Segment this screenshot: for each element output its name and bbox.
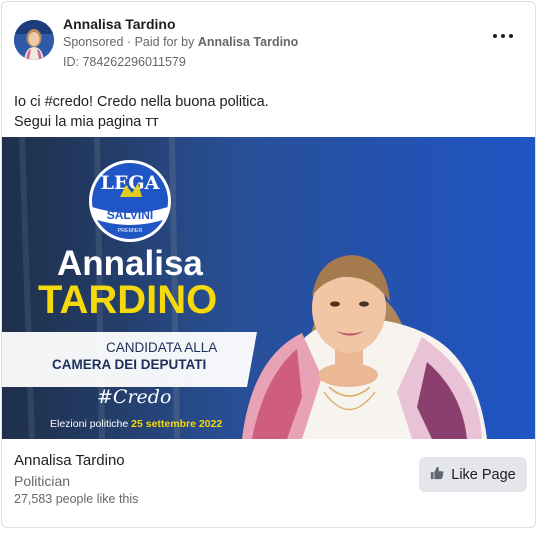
meta-dot: ·	[126, 35, 135, 49]
like-page-button[interactable]: Like Page	[419, 457, 527, 492]
thumbs-up-icon	[430, 466, 444, 484]
post-text-line1: Io ci #credo! Credo nella buona politica…	[14, 94, 269, 110]
svg-text:Elezioni politiche 25 settembr: Elezioni politiche 25 settembre 2022	[50, 418, 222, 430]
sponsored-label: Sponsored	[63, 35, 124, 49]
logo-bottom-text: PREMIER	[117, 228, 142, 234]
candidata-line2: CAMERA DEI DEPUTATI	[52, 357, 206, 372]
post-text: Io ci #credo! Credo nella buona politica…	[14, 92, 269, 132]
candidate-last-name: TARDINO	[38, 278, 217, 322]
page-likes-count: 27,583 people like this	[14, 492, 139, 506]
paid-for-prefix: Paid for by	[134, 35, 195, 49]
ad-image[interactable]: LEGA SALVINI PREMIER Annalisa TARDINO CA…	[2, 137, 535, 439]
ellipsis-icon	[493, 34, 497, 38]
logo-band-text: SALVINI	[107, 208, 153, 222]
post-text-line2: Segui la mia pagina ᴛᴛ	[14, 114, 159, 130]
election-prefix: Elezioni politiche	[50, 418, 131, 430]
credo-hashtag: #Credo	[97, 386, 171, 408]
page-name[interactable]: Annalisa Tardino	[14, 452, 125, 469]
lega-logo: LEGA SALVINI PREMIER	[89, 160, 171, 242]
ad-id: ID: 784262296011579	[63, 55, 186, 69]
like-page-label: Like Page	[451, 466, 516, 483]
election-date: 25 settembre 2022	[131, 418, 222, 430]
author-name[interactable]: Annalisa Tardino	[63, 16, 176, 32]
paid-for-name[interactable]: Annalisa Tardino	[198, 35, 298, 49]
more-options-button[interactable]	[493, 28, 513, 44]
ad-card: Annalisa Tardino Sponsored · Paid for by…	[1, 1, 536, 528]
sponsored-meta: Sponsored · Paid for by Annalisa Tardino	[63, 35, 298, 49]
page-category: Politician	[14, 473, 71, 489]
avatar[interactable]	[14, 20, 54, 60]
candidata-line1: CANDIDATA ALLA	[106, 340, 217, 355]
